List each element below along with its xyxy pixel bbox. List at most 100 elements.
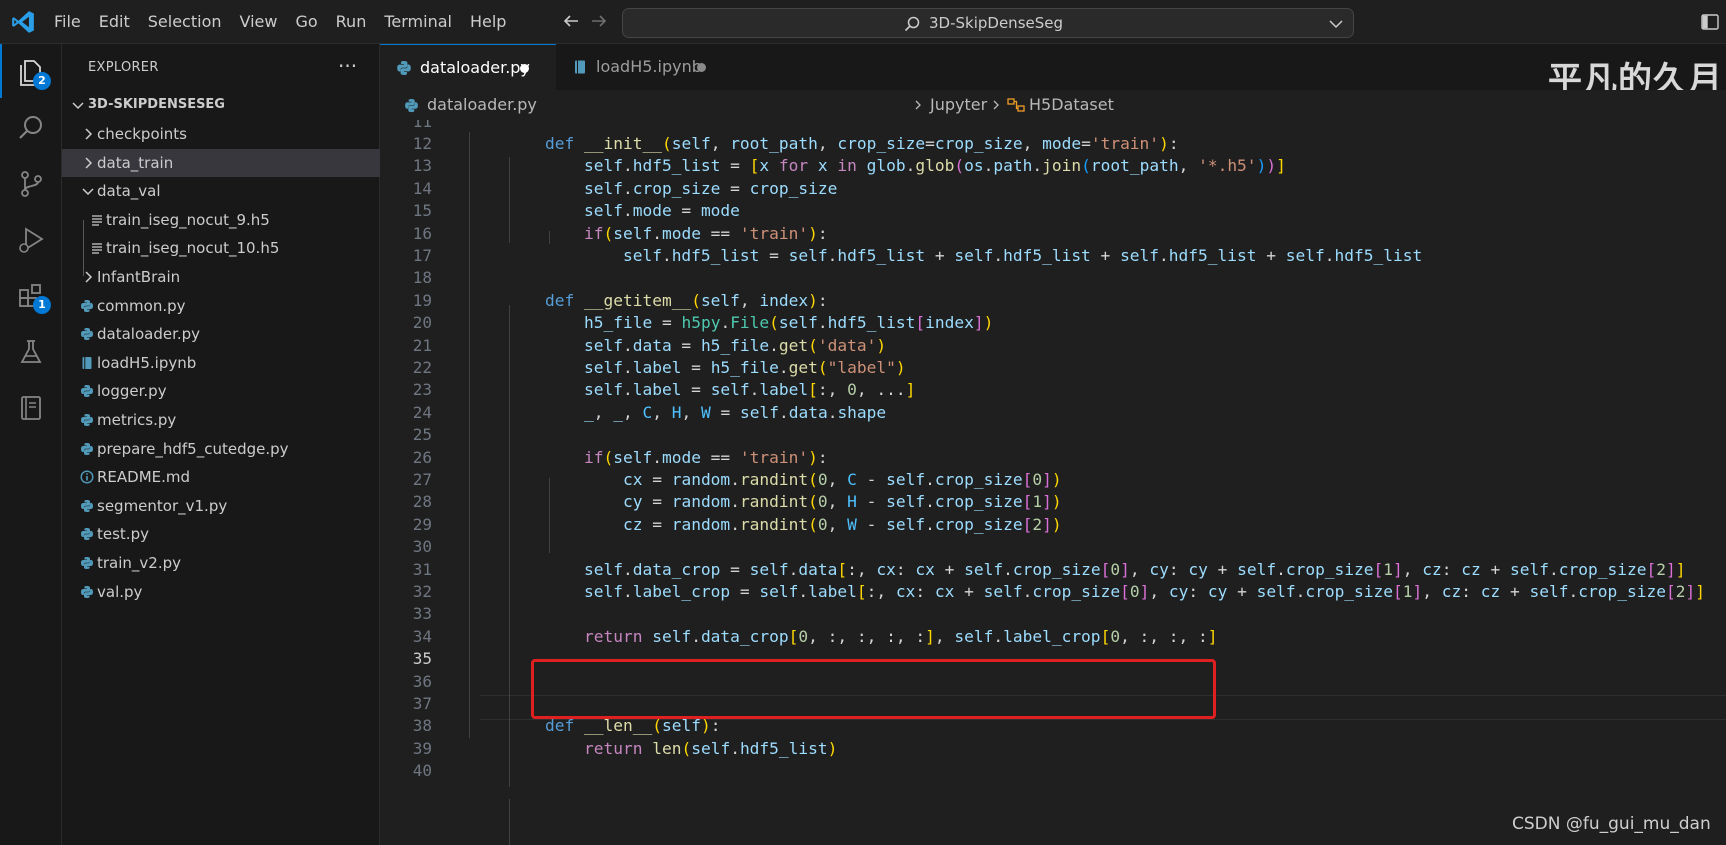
code-line[interactable]: 17 self.hdf5_list = self.hdf5_list + sel… (380, 244, 1726, 269)
code-token: hdf5_list (1168, 245, 1257, 265)
menu-selection[interactable]: Selection (139, 0, 231, 44)
tree-item[interactable]: InfantBrain (62, 263, 380, 291)
menu-go[interactable]: Go (286, 0, 326, 44)
unsaved-dot-icon[interactable] (697, 63, 706, 72)
menu-view[interactable]: View (231, 0, 287, 44)
activity-source-control[interactable] (0, 156, 62, 210)
breadcrumb-jupyter[interactable]: Jupyter (930, 90, 987, 120)
tree-item[interactable]: dataloader.py (62, 320, 380, 348)
more-actions-icon[interactable]: ··· (338, 54, 357, 78)
code-line[interactable]: 12 def __init__(self, root_path, crop_si… (380, 132, 1726, 157)
code-token: + (1256, 245, 1286, 265)
tree-item[interactable]: train_iseg_nocut_9.h5 (62, 206, 380, 234)
code-line[interactable]: 26 if(self.mode == 'train'): (380, 446, 1726, 471)
tree-item[interactable]: train_iseg_nocut_10.h5 (62, 234, 380, 262)
menu-file[interactable]: File (45, 0, 90, 44)
code-text: h5_file = h5py.File(self.hdf5_list[index… (506, 311, 993, 336)
activity-search[interactable] (0, 100, 62, 154)
code-token: 'data' (817, 335, 877, 355)
tree-item[interactable]: checkpoints (62, 120, 380, 148)
code-line[interactable]: 29 cz = random.randint(0, W - self.crop_… (380, 513, 1726, 538)
code-line[interactable]: 24 _, _, C, H, W = self.data.shape (380, 401, 1726, 426)
tree-item[interactable]: loadH5.ipynb (62, 349, 380, 377)
chevron-down-icon[interactable] (1327, 15, 1345, 33)
code-line[interactable]: 25 (380, 423, 1726, 448)
code-line[interactable]: 21 self.data = h5_file.get('data') (380, 334, 1726, 359)
code-line[interactable]: 30 (380, 535, 1726, 560)
code-text: self.label = self.label[:, 0, ...] (506, 378, 915, 403)
code-token: self (1120, 245, 1160, 265)
tree-item[interactable]: train_v2.py (62, 549, 380, 577)
line-number: 14 (412, 178, 432, 198)
code-line[interactable]: 22 self.label = h5_file.get("label") (380, 356, 1726, 381)
tree-item[interactable]: data_train (62, 148, 380, 177)
code-line[interactable]: 31 self.data_crop = self.data[:, cx: cx … (380, 558, 1726, 583)
menu-help[interactable]: Help (461, 0, 515, 44)
code-line[interactable]: 32 self.label_crop = self.label[:, cx: c… (380, 580, 1726, 605)
tree-item[interactable]: logger.py (62, 377, 380, 405)
code-editor[interactable]: 11 12 def __init__(self, root_path, crop_… (380, 120, 1726, 845)
python-icon (81, 414, 93, 426)
line-number: 35 (412, 649, 432, 669)
code-token: 1 (1032, 492, 1043, 512)
menu-edit[interactable]: Edit (90, 0, 139, 44)
tree-item-label: val.py (97, 582, 143, 601)
code-line[interactable]: 28 cy = random.randint(0, H - self.crop_… (380, 490, 1726, 515)
code-token: . (1549, 559, 1559, 579)
activity-explorer[interactable]: 2 (0, 44, 62, 98)
code-line[interactable]: 27 cx = random.randint(0, C - self.crop_… (380, 468, 1726, 493)
toggle-sidebar-icon[interactable] (1700, 12, 1720, 32)
arrow-right-icon[interactable] (588, 10, 610, 32)
workspace-name: 3D-SKIPDENSESEG (88, 97, 225, 112)
activity-extensions[interactable]: 1 (0, 268, 62, 322)
command-center-search[interactable]: 3D-SkipDenseSeg (622, 8, 1354, 38)
activity-run-debug[interactable] (0, 212, 62, 266)
code-line[interactable]: 14 self.crop_size = crop_size (380, 177, 1726, 202)
tree-item[interactable]: metrics.py (62, 406, 380, 434)
code-line[interactable]: 33 (380, 602, 1726, 627)
code-token: cy (622, 492, 643, 512)
code-token: label_crop (1003, 626, 1101, 646)
breadcrumb-file[interactable]: dataloader.py (427, 90, 537, 120)
tree-item[interactable]: data_val (62, 177, 380, 205)
code-token: ( (817, 357, 828, 377)
code-line[interactable]: 40 (380, 759, 1726, 784)
unsaved-dot-icon[interactable] (520, 64, 529, 73)
menu-terminal[interactable]: Terminal (375, 0, 461, 44)
menu-run[interactable]: Run (327, 0, 376, 44)
code-line[interactable]: 15 self.mode = mode (380, 199, 1726, 224)
tab-dataloader-py[interactable]: dataloader.py (380, 44, 556, 90)
tree-item[interactable]: test.py (62, 520, 380, 548)
code-line[interactable]: 18 (380, 266, 1726, 291)
code-token: self (583, 559, 623, 579)
code-token: 2 (1032, 514, 1043, 534)
code-token: = (730, 581, 760, 601)
code-token: self (583, 335, 623, 355)
activity-notebook[interactable] (0, 380, 62, 434)
code-token: , (817, 133, 838, 153)
tree-item[interactable]: segmentor_v1.py (62, 492, 380, 520)
tree-item[interactable]: val.py (62, 578, 380, 606)
code-line[interactable]: 16 if(self.mode == 'train'): (380, 222, 1726, 247)
code-token: cy (1149, 559, 1169, 579)
code-token: ) (1051, 492, 1062, 512)
code-line[interactable]: 39 return len(self.hdf5_list) (380, 737, 1726, 762)
code-text: self.label = h5_file.get("label") (506, 356, 906, 381)
breadcrumb-symbol[interactable]: H5Dataset (1029, 90, 1114, 120)
code-line[interactable]: 20 h5_file = h5py.File(self.hdf5_list[in… (380, 311, 1726, 336)
arrow-left-icon[interactable] (560, 10, 582, 32)
code-line[interactable]: 23 self.label = self.label[:, 0, ...] (380, 378, 1726, 403)
code-line[interactable]: 34 return self.data_crop[0, :, :, :, :],… (380, 625, 1726, 650)
code-token: if (583, 447, 604, 467)
code-line[interactable]: 13 self.hdf5_list = [x for x in glob.glo… (380, 154, 1726, 179)
code-token: - (856, 514, 887, 534)
tab-loadh5-ipynb[interactable]: loadH5.ipynb (556, 44, 728, 90)
code-token: . (730, 514, 740, 534)
code-token: 0 (1032, 469, 1043, 489)
tree-item[interactable]: prepare_hdf5_cutedge.py (62, 435, 380, 463)
tree-item[interactable]: README.md (62, 463, 380, 491)
workspace-folder-header[interactable]: 3D-SKIPDENSESEG (62, 92, 380, 118)
code-line[interactable]: 19 def __getitem__(self, index): (380, 289, 1726, 314)
activity-testing[interactable] (0, 324, 62, 378)
tree-item[interactable]: common.py (62, 292, 380, 320)
